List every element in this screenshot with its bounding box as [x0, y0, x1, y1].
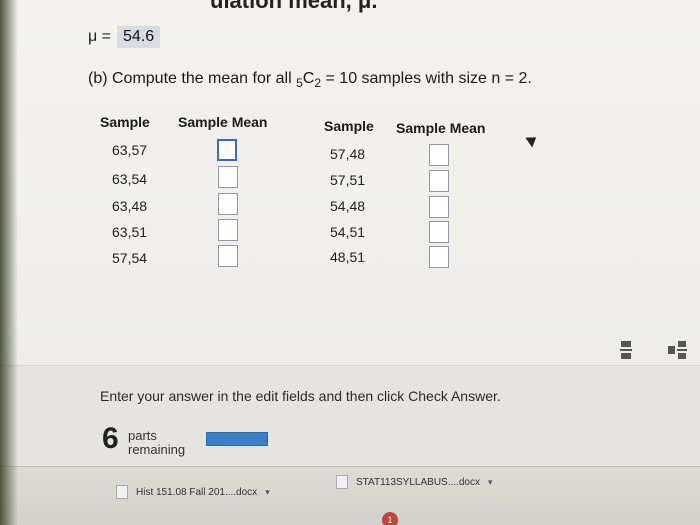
right-sample-5: 48,51 — [330, 249, 366, 265]
chevron-down-icon[interactable]: ▾ — [265, 487, 270, 498]
answer-footer: Enter your answer in the edit fields and… — [0, 366, 700, 466]
mouse-cursor-icon — [525, 132, 540, 148]
tool-icons — [612, 340, 692, 362]
question-suffix: = 10 samples with size n = 2. — [325, 70, 532, 87]
right-col-sample: Sample — [324, 118, 374, 134]
instruction-text: Enter your answer in the edit fields and… — [100, 388, 501, 404]
left-col-sample: Sample — [100, 114, 150, 130]
right-mean-input-1[interactable] — [429, 144, 449, 166]
parts-label: parts remaining — [128, 429, 185, 457]
left-col-mean: Sample Mean — [178, 114, 268, 130]
download-item-1[interactable]: Hist 151.08 Fall 201....docx ▾ — [116, 485, 270, 499]
right-mean-input-2[interactable] — [429, 170, 449, 192]
right-sample-4: 54,51 — [330, 224, 366, 240]
combo-n: 5 — [296, 76, 303, 91]
monitor-bezel-shade — [0, 0, 18, 525]
right-sample-2: 57,51 — [330, 172, 366, 188]
question-text: (b) Compute the mean for all 5C2 = 10 sa… — [88, 70, 532, 90]
left-mean-input-2[interactable] — [218, 166, 238, 188]
fraction-icon[interactable] — [612, 340, 640, 362]
screen: ulation mean, μ. μ = 54.6 (b) Compute th… — [0, 0, 700, 525]
document-icon — [116, 485, 128, 499]
progress-bar — [206, 432, 268, 446]
chevron-down-icon[interactable]: ▾ — [488, 477, 493, 488]
mu-row: μ = 54.6 — [88, 26, 161, 48]
mu-value: 54.6 — [117, 26, 161, 48]
right-mean-input-5[interactable] — [429, 246, 449, 268]
left-sample-5: 57,54 — [112, 250, 148, 266]
right-col-mean: Sample Mean — [396, 120, 486, 136]
download-item-2[interactable]: STAT113SYLLABUS....docx ▾ — [336, 475, 492, 489]
mixed-number-icon[interactable] — [664, 340, 692, 362]
right-sample-3: 54,48 — [330, 198, 366, 214]
question-prefix: (b) Compute the mean for all — [88, 70, 292, 87]
left-mean-input-3[interactable] — [218, 193, 238, 215]
parts-count: 6 — [102, 422, 119, 455]
left-sample-3: 63,48 — [112, 198, 148, 214]
left-sample-2: 63,54 — [112, 171, 148, 187]
notification-badge: 1 — [382, 512, 398, 525]
left-mean-input-5[interactable] — [218, 245, 238, 267]
mu-label: μ = — [88, 28, 112, 45]
truncated-heading: ulation mean, μ. — [210, 0, 378, 13]
combo-letter: C — [302, 70, 315, 87]
downloads-bar: Hist 151.08 Fall 201....docx ▾ STAT113SY… — [0, 466, 700, 525]
combo-k: 2 — [314, 76, 322, 91]
download-item-1-label: Hist 151.08 Fall 201....docx — [136, 486, 258, 498]
left-mean-input-4[interactable] — [218, 219, 238, 241]
left-mean-input-1[interactable] — [217, 139, 237, 161]
right-mean-input-3[interactable] — [429, 196, 449, 218]
left-sample-4: 63,51 — [112, 224, 148, 240]
document-icon — [336, 475, 348, 489]
parts-label-line1: parts — [128, 428, 157, 443]
left-sample-1: 63,57 — [112, 142, 148, 158]
right-sample-1: 57,48 — [330, 146, 366, 162]
right-mean-input-4[interactable] — [429, 221, 449, 243]
download-item-2-label: STAT113SYLLABUS....docx — [356, 476, 480, 488]
parts-label-line2: remaining — [128, 442, 186, 457]
